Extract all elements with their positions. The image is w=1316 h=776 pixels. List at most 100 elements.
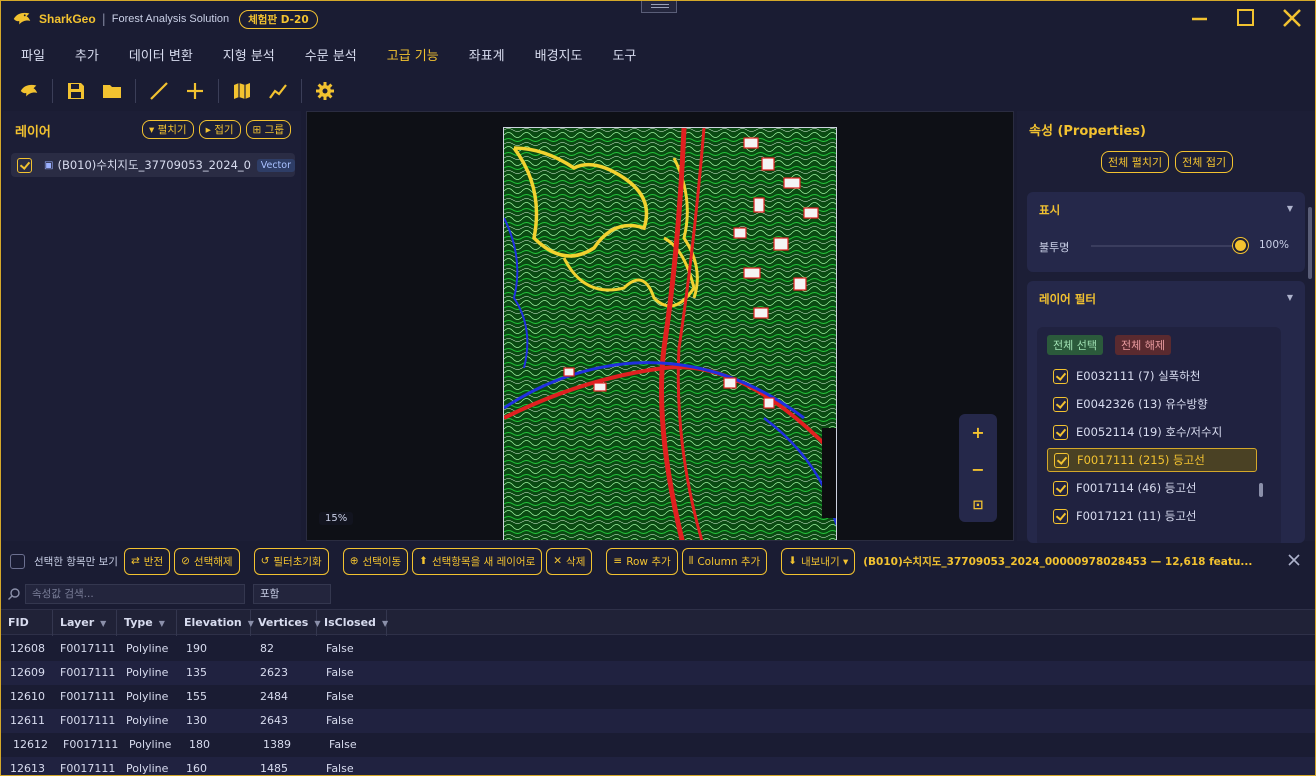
- layer-panel-buttons: ▾ 펼치기 ▸ 접기 ⊞ 그룹: [142, 120, 291, 139]
- invert-selection-button[interactable]: ⇄ 반전: [123, 547, 171, 575]
- add-row-button[interactable]: ≡ Row 추가: [606, 547, 678, 575]
- maximize-icon[interactable]: [1233, 5, 1259, 31]
- menu-hydro-analysis[interactable]: 수문 분석: [305, 45, 357, 64]
- menu-add[interactable]: 추가: [75, 45, 99, 64]
- filter-checkbox[interactable]: [1053, 508, 1068, 524]
- filter-item[interactable]: F0017114 (46) 등고선: [1047, 476, 1257, 500]
- table-row[interactable]: 12612 F0017111 Polyline 180 1389 False: [1, 733, 1315, 757]
- layer-panel: 레이어 ▾ 펼치기 ▸ 접기 ⊞ 그룹 ▣ (B010)수치지도_3770905…: [3, 111, 301, 541]
- app-window: SharkGeo | Forest Analysis Solution 체험판 …: [0, 0, 1316, 776]
- filter-checkbox[interactable]: [1053, 396, 1068, 412]
- table-row[interactable]: 12608 F0017111 Polyline 190 82 False: [1, 637, 1315, 661]
- layer-item[interactable]: ▣ (B010)수치지도_37709053_2024_000... Vector: [11, 153, 295, 177]
- toolbar-logo-button[interactable]: [15, 77, 43, 105]
- menu-file[interactable]: 파일: [21, 45, 45, 64]
- filter-checkbox[interactable]: [1053, 480, 1068, 496]
- table-header: FID Layer ▼ Type ▼ Elevation ▼ Vertices ▼ Is…: [1, 609, 1315, 636]
- select-all-button[interactable]: 전체 선택: [1047, 335, 1103, 355]
- properties-scrollbar[interactable]: [1308, 207, 1312, 279]
- opacity-slider-handle[interactable]: [1233, 238, 1248, 253]
- filter-checkbox[interactable]: [1053, 424, 1068, 440]
- attribute-search-input[interactable]: 속성값 검색...: [25, 584, 245, 604]
- export-button[interactable]: ⬇ 내보내기 ▾: [781, 547, 856, 575]
- filter-checkbox[interactable]: [1053, 368, 1068, 384]
- group-button[interactable]: ⊞ 그룹: [245, 120, 291, 139]
- match-mode-select[interactable]: 포함: [253, 584, 331, 604]
- menu-tools[interactable]: 도구: [612, 45, 636, 64]
- display-section-title[interactable]: 표시: [1039, 202, 1060, 218]
- zoom-out-button[interactable]: −: [971, 461, 984, 478]
- open-folder-button[interactable]: [98, 77, 126, 105]
- column-header-isclosed[interactable]: IsClosed ▼: [317, 610, 388, 636]
- delete-button[interactable]: ✕ 삭제: [546, 547, 593, 575]
- map-icon: [234, 83, 250, 99]
- zoom-fit-button[interactable]: ⊡: [973, 499, 984, 512]
- properties-panel: 속성 (Properties) 전체 펼치기 전체 접기 표시 ▼ 불투명 10…: [1017, 111, 1315, 547]
- filter-item[interactable]: F0017121 (11) 등고선: [1047, 504, 1257, 528]
- zoom-in-button[interactable]: +: [971, 424, 984, 441]
- minimize-icon[interactable]: [1187, 5, 1213, 31]
- collapse-button[interactable]: ▸ 접기: [198, 120, 241, 139]
- move-to-selection-button[interactable]: ⊕ 선택이동: [342, 547, 409, 575]
- trial-badge: 체험판 D-20: [239, 9, 318, 29]
- reset-filter-button[interactable]: ↺ 필터초기화: [253, 547, 329, 575]
- search-icon: [8, 588, 20, 600]
- refresh-icon: ↺: [260, 555, 270, 567]
- menu-advanced[interactable]: 고급 기능: [387, 45, 439, 64]
- layer-visibility-checkbox[interactable]: [17, 157, 32, 173]
- swap-icon: ⇄: [130, 555, 140, 567]
- menu-terrain-analysis[interactable]: 지형 분석: [223, 45, 275, 64]
- filter-item[interactable]: E0052114 (19) 호수/저수지: [1047, 420, 1257, 444]
- chevron-down-icon[interactable]: ▼: [1287, 204, 1293, 213]
- filter-list-scrollbar[interactable]: [1259, 483, 1263, 497]
- topographic-map-tile: [503, 127, 837, 540]
- show-selected-only-checkbox[interactable]: [10, 553, 25, 569]
- expand-all-button[interactable]: 전체 펼치기: [1101, 151, 1170, 173]
- column-header-fid[interactable]: FID: [1, 610, 53, 636]
- menu-basemap[interactable]: 배경지도: [535, 45, 583, 64]
- layer-filter-title[interactable]: 레이어 필터: [1039, 291, 1096, 307]
- profile-chart-button[interactable]: [264, 77, 292, 105]
- save-button[interactable]: [62, 77, 90, 105]
- filter-item[interactable]: E0042326 (13) 유수방향: [1047, 392, 1257, 416]
- collapse-all-button[interactable]: 전체 접기: [1175, 151, 1234, 173]
- add-point-button[interactable]: [181, 77, 209, 105]
- column-header-elevation[interactable]: Elevation ▼: [177, 610, 254, 636]
- close-icon[interactable]: [1287, 553, 1301, 567]
- toolbar-separator: [135, 79, 136, 103]
- settings-button[interactable]: [311, 77, 339, 105]
- column-header-layer[interactable]: Layer ▼: [53, 610, 117, 636]
- clear-selection-button[interactable]: ⊘ 선택해제: [174, 547, 240, 575]
- attribute-search-row: 속성값 검색... 포함: [1, 581, 1315, 607]
- properties-buttons: 전체 펼치기 전체 접기: [1101, 151, 1234, 173]
- filter-item[interactable]: E0032111 (7) 실폭하천: [1047, 364, 1257, 388]
- chevron-down-icon[interactable]: ▼: [1287, 293, 1293, 302]
- close-icon[interactable]: [1279, 5, 1305, 31]
- table-row[interactable]: 12611 F0017111 Polyline 130 2643 False: [1, 709, 1315, 733]
- map-button[interactable]: [228, 77, 256, 105]
- rows-icon: ≡: [613, 555, 623, 567]
- menu-data-convert[interactable]: 데이터 변환: [129, 45, 193, 64]
- menu-coordinate-system[interactable]: 좌표계: [469, 45, 505, 64]
- opacity-slider[interactable]: [1091, 245, 1241, 247]
- add-column-button[interactable]: ⦀ Column 추가: [681, 547, 768, 575]
- chart-line-icon: [269, 84, 287, 99]
- window-drag-handle[interactable]: [641, 1, 677, 13]
- draw-line-button[interactable]: [145, 77, 173, 105]
- filter-item-label: E0032111 (7) 실폭하천: [1076, 369, 1201, 383]
- table-row[interactable]: 12613 F0017111 Polyline 160 1485 False: [1, 757, 1315, 775]
- filter-checkbox[interactable]: [1054, 452, 1069, 468]
- arrow-down-icon: ⬇: [788, 555, 797, 567]
- column-header-type[interactable]: Type ▼: [117, 610, 177, 636]
- save-icon: [68, 83, 84, 99]
- arrow-up-icon: ⬆: [419, 555, 428, 567]
- deselect-all-button[interactable]: 전체 해제: [1115, 335, 1171, 355]
- selection-to-new-layer-button[interactable]: ⬆ 선택항목을 새 레이어로: [412, 547, 543, 575]
- map-canvas[interactable]: 15% + − ⊡: [306, 111, 1014, 541]
- filter-item-selected[interactable]: F0017111 (215) 등고선: [1047, 448, 1257, 472]
- expand-button[interactable]: ▾ 펼치기: [142, 120, 194, 139]
- column-header-vertices[interactable]: Vertices ▼: [251, 610, 321, 636]
- table-row[interactable]: 12609 F0017111 Polyline 135 2623 False: [1, 661, 1315, 685]
- table-row[interactable]: 12610 F0017111 Polyline 155 2484 False: [1, 685, 1315, 709]
- columns-icon: ⦀: [688, 554, 694, 567]
